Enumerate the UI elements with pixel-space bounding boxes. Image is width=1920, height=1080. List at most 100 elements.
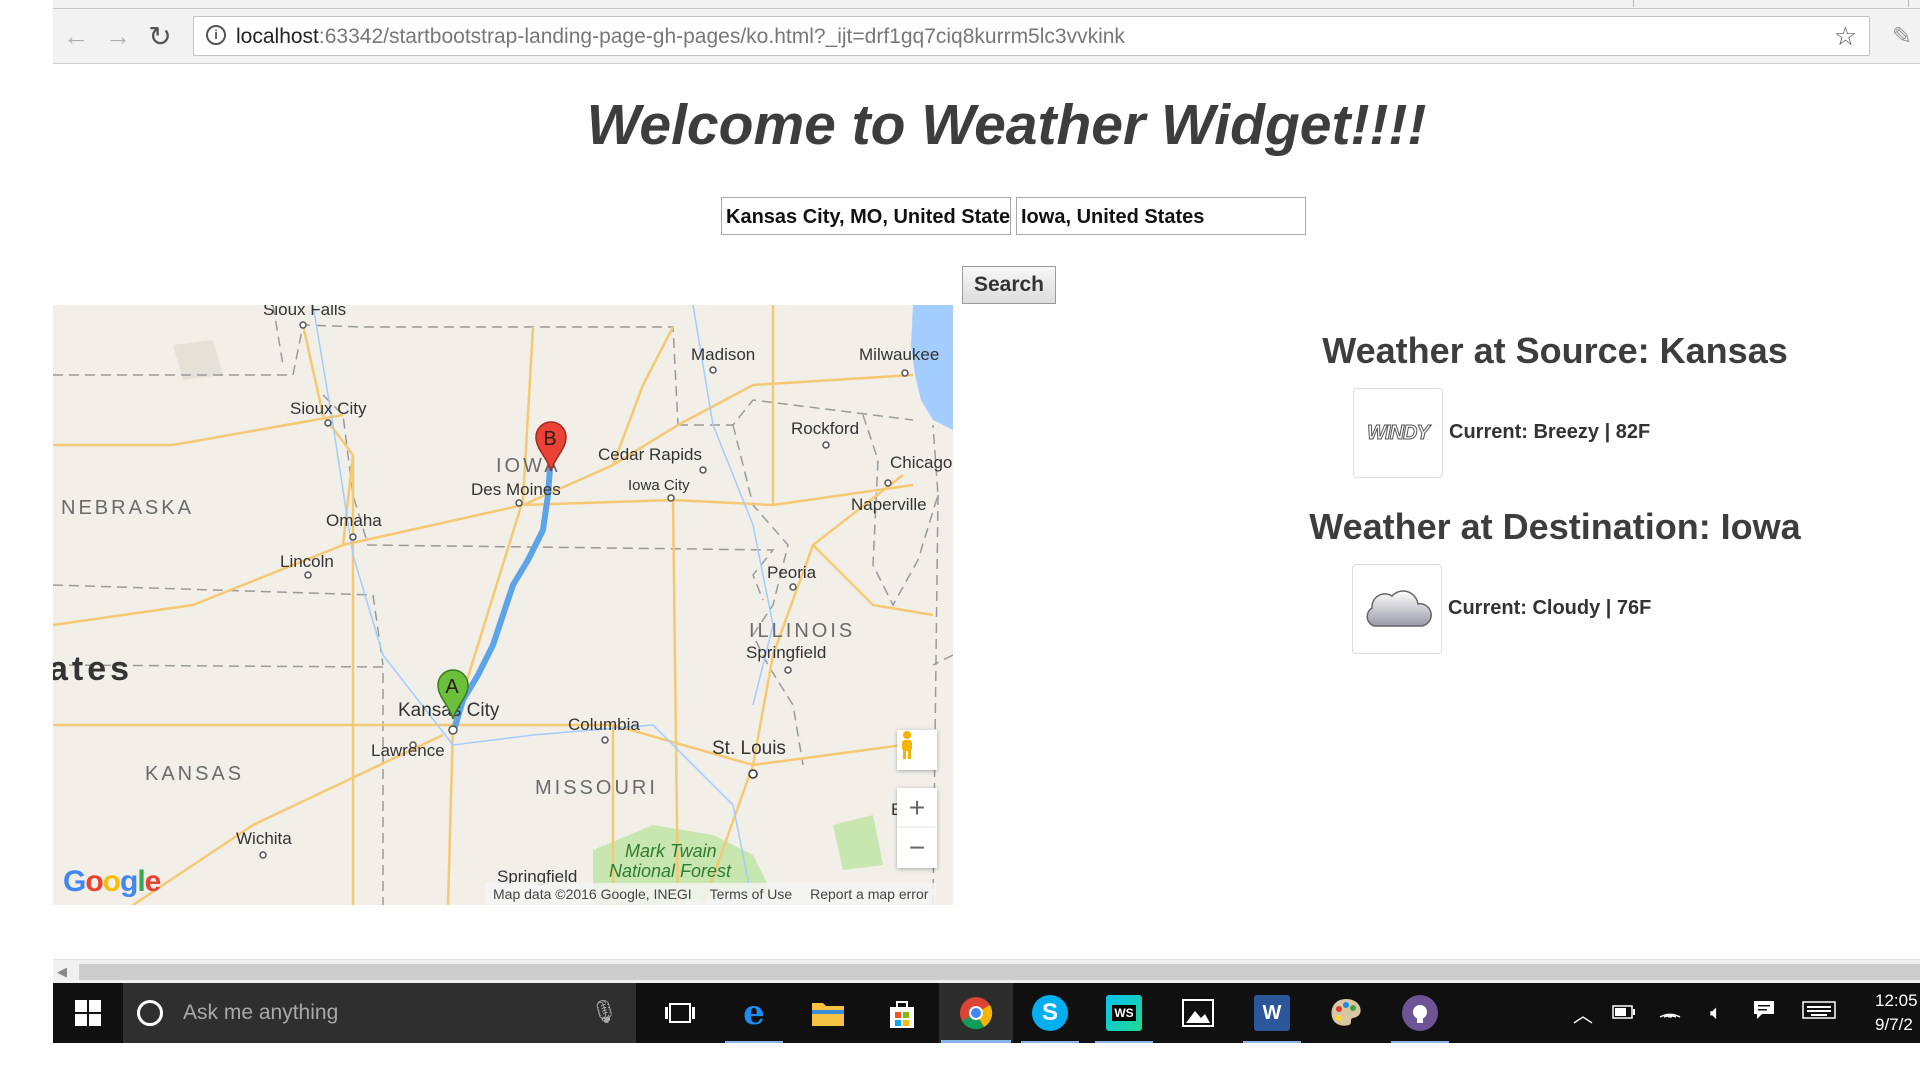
- source-input[interactable]: Kansas City, MO, United States: [721, 197, 1011, 235]
- store-glyph: [890, 1001, 914, 1028]
- microphone-icon[interactable]: 🎙: [590, 999, 618, 1025]
- map-label-madison: Madison: [691, 345, 756, 364]
- cortana-icon: [137, 1000, 163, 1026]
- report-error-link[interactable]: Report a map error: [810, 886, 928, 902]
- back-arrow-icon: ←: [63, 20, 89, 51]
- map-label-springfield-il: Springfield: [746, 643, 827, 662]
- route-map[interactable]: Sioux Falls Madison Milwaukee Sioux City…: [53, 305, 953, 905]
- system-tray: ︿ 🔈︎: [1565, 983, 1849, 1043]
- reload-button[interactable]: ↻: [145, 20, 175, 52]
- store-icon[interactable]: [865, 983, 939, 1043]
- skype-glyph: S: [1032, 995, 1068, 1031]
- edge-icon[interactable]: e: [717, 983, 791, 1043]
- tab-row[interactable]: [113, 0, 1634, 7]
- taskbar-clock[interactable]: 12:05 9/7/2: [1875, 989, 1918, 1037]
- webstorm-icon[interactable]: WS: [1087, 983, 1161, 1043]
- desktop-edge: [0, 0, 53, 1080]
- paint-icon[interactable]: [1309, 983, 1383, 1043]
- source-current-weather: Current: Breezy | 82F: [1449, 421, 1651, 443]
- map-label-nebraska: NEBRASKA: [61, 497, 194, 519]
- clock-date: 9/7/2: [1875, 1015, 1913, 1034]
- skype-icon[interactable]: S: [1013, 983, 1087, 1043]
- back-button[interactable]: ←: [61, 21, 91, 51]
- github-icon[interactable]: [1383, 983, 1457, 1043]
- map-label-sioux-falls: Sioux Falls: [263, 305, 347, 319]
- map-label-st-louis: St. Louis: [712, 738, 786, 759]
- scrollbar-thumb[interactable]: [79, 964, 1920, 980]
- notification-glyph: [1754, 1001, 1774, 1019]
- page-title: Welcome to Weather Widget!!!!: [586, 93, 1427, 157]
- battery-glyph: [1612, 1004, 1635, 1019]
- map-canvas[interactable]: [53, 305, 953, 905]
- wifi-glyph: [1659, 1013, 1681, 1018]
- cloud-icon: [1352, 564, 1442, 654]
- file-explorer-icon[interactable]: [791, 983, 865, 1043]
- photos-icon[interactable]: [1161, 983, 1235, 1043]
- map-label-peoria: Peoria: [767, 563, 817, 582]
- search-placeholder: Ask me anything: [183, 1001, 339, 1024]
- github-glyph: [1402, 995, 1438, 1031]
- wifi-icon[interactable]: [1647, 1001, 1693, 1025]
- map-label-national-forest: National Forest: [609, 861, 732, 881]
- destination-input[interactable]: Iowa, United States: [1016, 197, 1306, 235]
- logo-letter: g: [120, 865, 138, 898]
- task-view-icon[interactable]: [643, 983, 717, 1043]
- action-center-icon[interactable]: [1739, 1000, 1789, 1026]
- info-icon[interactable]: i: [206, 25, 226, 45]
- logo-letter: o: [102, 865, 121, 898]
- destination-weather-heading: Weather at Destination: Iowa: [1309, 506, 1801, 547]
- touch-keyboard-icon[interactable]: [1789, 1001, 1849, 1025]
- volume-icon[interactable]: 🔈︎: [1693, 1002, 1739, 1025]
- map-attribution: Map data ©2016 Google, INEGI Terms of Us…: [485, 883, 937, 905]
- destination-current-weather: Current: Cloudy | 76F: [1448, 597, 1652, 619]
- url-text[interactable]: localhost:63342/startbootstrap-landing-p…: [236, 25, 1125, 49]
- map-label-missouri: MISSOURI: [535, 777, 658, 799]
- cortana-search-box[interactable]: Ask me anything 🎙: [123, 983, 636, 1043]
- show-hidden-icons-icon[interactable]: ︿: [1565, 999, 1601, 1028]
- address-bar[interactable]: i localhost:63342/startbootstrap-landing…: [193, 16, 1870, 56]
- forward-arrow-icon: →: [105, 20, 131, 51]
- word-icon[interactable]: W: [1235, 983, 1309, 1043]
- page-content: Welcome to Weather Widget!!!! Kansas Cit…: [53, 64, 1920, 959]
- webstorm-glyph: WS: [1106, 995, 1142, 1031]
- bookmark-star-icon[interactable]: ☆: [1834, 21, 1857, 52]
- task-view-glyph: [665, 1003, 695, 1023]
- horizontal-scrollbar[interactable]: ◀: [53, 959, 1920, 983]
- windy-weather-icon: WINDY: [1353, 388, 1443, 478]
- chrome-icon[interactable]: [939, 983, 1013, 1043]
- scroll-left-arrow-icon[interactable]: ◀: [57, 964, 67, 980]
- map-data-credit: Map data ©2016 Google, INEGI: [493, 886, 692, 902]
- desktop: ← → ↻ i localhost:63342/startbootstrap-l…: [0, 0, 1920, 1080]
- zoom-out-button[interactable]: −: [897, 828, 937, 868]
- forward-button[interactable]: →: [103, 21, 133, 51]
- cloud-shape: [1366, 590, 1432, 627]
- map-label-des-moines: Des Moines: [471, 480, 561, 499]
- rivers: [312, 305, 774, 905]
- pegman-icon: [902, 731, 912, 759]
- zoom-in-button[interactable]: +: [897, 788, 937, 828]
- palette-glyph: [1331, 999, 1361, 1026]
- battery-icon[interactable]: [1601, 1002, 1647, 1025]
- map-label-united-states-partial: ates: [53, 650, 134, 688]
- map-label-chicago: Chicago: [890, 453, 953, 472]
- url-host: localhost: [236, 25, 319, 48]
- street-view-pegman[interactable]: [897, 730, 937, 770]
- windows-logo-icon: [75, 1000, 101, 1026]
- new-tab-area[interactable]: [1658, 0, 1909, 7]
- map-label-naperville: Naperville: [851, 495, 927, 514]
- photos-glyph: [1182, 999, 1214, 1027]
- clock-time: 12:05: [1875, 991, 1918, 1010]
- source-weather-heading: Weather at Source: Kansas: [1322, 330, 1788, 371]
- reload-icon: ↻: [148, 20, 172, 52]
- below-taskbar: [0, 1043, 1920, 1080]
- windy-icon-text: WINDY: [1367, 421, 1431, 444]
- tab-strip[interactable]: [53, 0, 1920, 9]
- chrome-glyph: [960, 997, 993, 1030]
- extension-icon[interactable]: ✎: [1892, 22, 1912, 51]
- google-logo[interactable]: Google: [63, 865, 161, 899]
- terms-of-use-link[interactable]: Terms of Use: [710, 886, 792, 902]
- map-label-rockford: Rockford: [791, 419, 860, 438]
- start-button[interactable]: [53, 983, 123, 1043]
- search-button[interactable]: Search: [962, 266, 1056, 304]
- marker-a-label: A: [445, 676, 459, 698]
